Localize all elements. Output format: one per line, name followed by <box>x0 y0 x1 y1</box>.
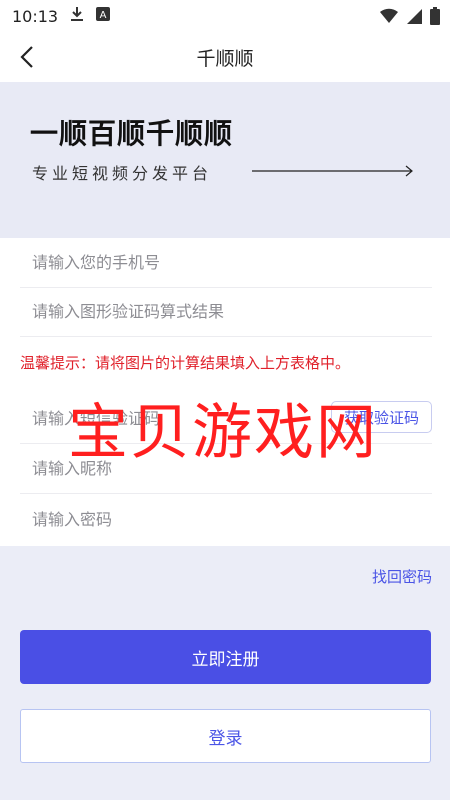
download-icon <box>70 6 84 26</box>
captcha-hint: 温馨提示：请将图片的计算结果填入上方表格中。 <box>20 354 351 372</box>
login-button[interactable]: 登录 <box>20 709 431 763</box>
signal-icon <box>406 8 422 28</box>
password-row <box>20 493 432 545</box>
captcha-input[interactable] <box>20 302 432 321</box>
captcha-row <box>20 287 432 337</box>
page-title: 千顺顺 <box>196 47 254 70</box>
status-bar: 10:13 A <box>0 0 450 32</box>
hero-banner: 一顺百顺千顺顺 专业短视频分发平台 <box>0 82 450 238</box>
phone-input[interactable] <box>20 253 432 272</box>
password-input[interactable] <box>20 509 432 529</box>
nickname-input[interactable] <box>20 458 432 478</box>
long-arrow-icon <box>252 162 416 181</box>
register-form: 获取验证码 <box>0 238 450 546</box>
wifi-icon <box>380 8 398 28</box>
nickname-row <box>20 443 432 494</box>
register-button[interactable]: 立即注册 <box>20 630 431 684</box>
status-icons <box>380 7 440 29</box>
back-arrow-icon[interactable] <box>14 42 44 72</box>
svg-text:A: A <box>100 10 107 21</box>
get-sms-code-button[interactable]: 获取验证码 <box>330 401 432 433</box>
forgot-password-link[interactable]: 找回密码 <box>372 566 432 587</box>
battery-icon <box>430 7 440 29</box>
status-time: 10:13 <box>12 6 59 26</box>
hero-subtitle: 专业短视频分发平台 <box>32 164 213 183</box>
sms-code-input[interactable] <box>20 408 292 428</box>
font-a-icon: A <box>96 7 111 25</box>
sms-code-row: 获取验证码 <box>20 393 432 444</box>
phone-row <box>20 238 432 288</box>
hero-slogan: 一顺百顺千顺顺 <box>30 117 234 150</box>
nav-bar: 千顺顺 <box>0 32 450 82</box>
